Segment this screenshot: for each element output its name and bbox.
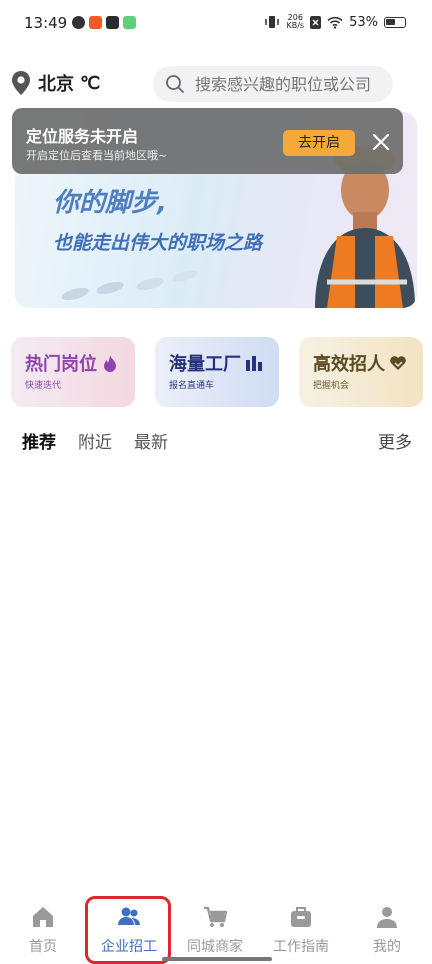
battery-icon — [384, 16, 406, 28]
factory-icon — [246, 356, 262, 371]
factories-card[interactable]: 海量工厂 报名直通车 — [155, 337, 279, 407]
search-icon — [166, 75, 184, 93]
status-bar: 13:49 206 KB/s 53% — [0, 0, 432, 52]
handshake-heart-icon — [390, 356, 406, 370]
status-time: 13:49 — [24, 14, 68, 32]
nav-label: 首页 — [29, 939, 57, 955]
location-service-toast: 定位服务未开启 开启定位后查看当前地区哦~ 去开启 — [12, 108, 403, 174]
nav-local-merchants[interactable]: 同城商家 — [172, 904, 258, 956]
card-title: 高效招人 — [313, 350, 407, 376]
weather-temperature: ℃ — [80, 72, 101, 93]
toast-title: 定位服务未开启 — [26, 127, 139, 146]
card-subtitle: 快速迭代 — [25, 381, 62, 391]
cart-icon — [204, 906, 228, 927]
search-input[interactable] — [195, 74, 385, 94]
person-icon — [377, 907, 397, 928]
card-title-text: 高效招人 — [313, 354, 385, 375]
battery-percent: 53% — [349, 14, 378, 30]
card-title: 海量工厂 — [169, 350, 263, 376]
card-subtitle: 报名直通车 — [169, 381, 215, 391]
header: 北京 ℃ — [0, 64, 432, 104]
status-right: 206 KB/s 53% — [264, 14, 406, 30]
location-pin-icon — [12, 71, 30, 95]
card-title: 热门岗位 — [25, 350, 119, 376]
nav-label: 同城商家 — [187, 939, 243, 955]
bottom-navigation: 首页 企业招工 同城商家 工作指南 我的 — [0, 894, 432, 964]
sim-icon — [310, 15, 322, 29]
search-bar[interactable] — [153, 66, 393, 102]
nav-work-guide[interactable]: 工作指南 — [258, 904, 344, 956]
flame-icon — [104, 355, 116, 372]
net-speed: 206 KB/s — [286, 14, 304, 30]
briefcase-icon — [291, 907, 311, 927]
tab-latest[interactable]: 最新 — [134, 428, 168, 453]
card-title-text: 海量工厂 — [169, 354, 241, 375]
tab-nearby[interactable]: 附近 — [78, 428, 112, 453]
enable-location-button[interactable]: 去开启 — [283, 130, 355, 156]
wifi-icon — [327, 16, 343, 29]
card-title-text: 热门岗位 — [25, 354, 97, 375]
banner-headline: 你的脚步, — [53, 188, 167, 218]
nav-label: 我的 — [373, 939, 401, 955]
banner-subheadline: 也能走出伟大的职场之路 — [53, 232, 263, 254]
tab-recommended[interactable]: 推荐 — [22, 428, 56, 453]
app-notification-icon — [106, 16, 119, 29]
home-icon — [33, 907, 53, 927]
home-indicator — [162, 957, 272, 961]
toast-subtitle: 开启定位后查看当前地区哦~ — [26, 149, 168, 162]
status-app-icons — [72, 16, 136, 29]
nav-home[interactable]: 首页 — [0, 904, 86, 956]
app-notification-icon — [123, 16, 136, 29]
card-subtitle: 把握机会 — [313, 381, 350, 391]
hot-jobs-card[interactable]: 热门岗位 快速迭代 — [11, 337, 135, 407]
annotation-highlight-box — [85, 896, 171, 964]
location-selector[interactable]: 北京 ℃ — [10, 70, 100, 96]
close-icon[interactable] — [368, 129, 394, 155]
app-notification-icon — [89, 16, 102, 29]
footprints-graphic — [61, 270, 198, 301]
net-speed-unit: KB/s — [286, 21, 305, 30]
nav-mine[interactable]: 我的 — [344, 904, 430, 956]
job-feed-tabs: 推荐 附近 最新 更多 — [22, 428, 416, 458]
more-button[interactable]: 更多 — [378, 428, 412, 453]
vibrate-icon — [265, 16, 280, 28]
location-city: 北京 — [38, 74, 74, 94]
app-notification-icon — [72, 16, 85, 29]
efficient-hiring-card[interactable]: 高效招人 把握机会 — [299, 337, 423, 407]
nav-label: 工作指南 — [273, 939, 329, 955]
